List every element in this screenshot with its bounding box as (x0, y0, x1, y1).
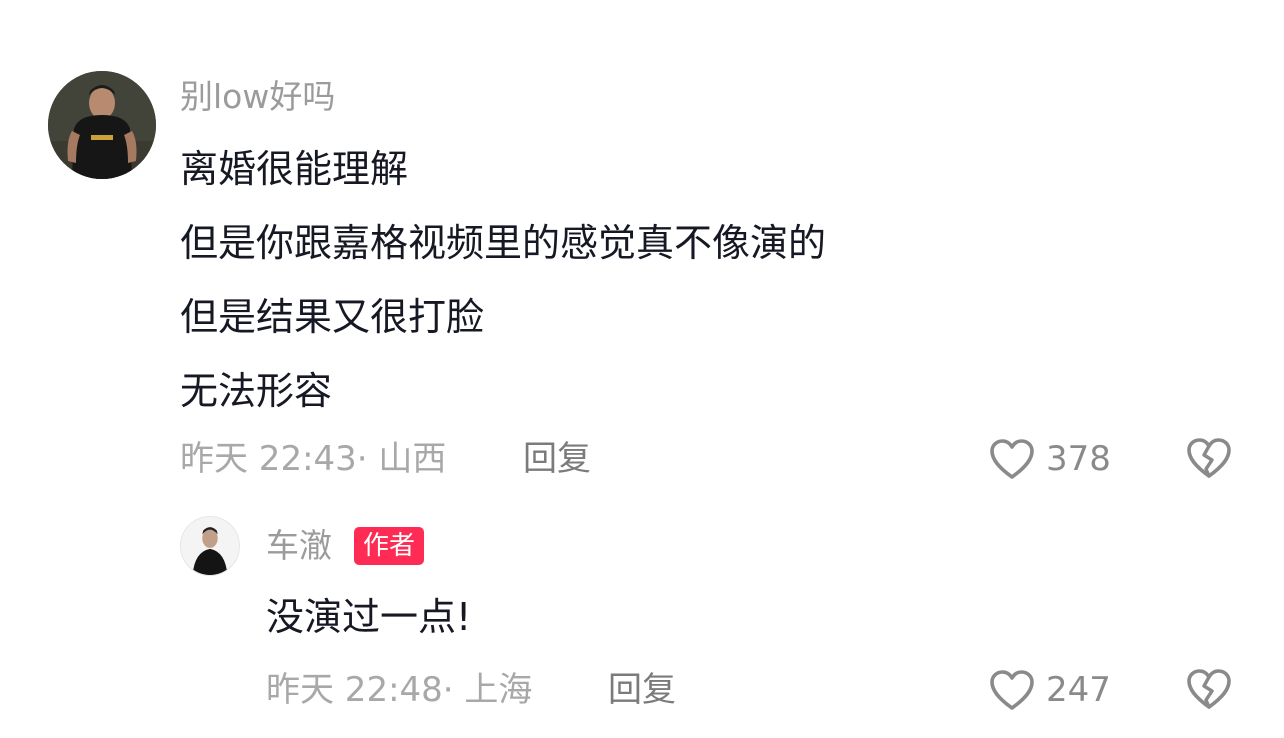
heart-outline-icon (990, 670, 1034, 710)
broken-heart-icon (1187, 669, 1231, 709)
like-count: 378 (1046, 439, 1111, 479)
reply-button[interactable]: 回复 (523, 436, 591, 482)
reply-avatar[interactable] (180, 516, 240, 576)
comment-line: 无法形容 (180, 369, 333, 413)
comment-line: 离婚很能理解 (180, 147, 409, 191)
reply-line: 没演过一点! (266, 595, 472, 639)
heart-outline-icon (990, 439, 1034, 479)
reply-time-location: 昨天 22:48· 上海 (266, 670, 533, 710)
like-count: 247 (1046, 670, 1111, 710)
avatar[interactable] (48, 71, 156, 179)
dislike-button[interactable] (1185, 666, 1233, 712)
author-badge: 作者 (354, 527, 425, 565)
comment-time-location: 昨天 22:43· 山西 (180, 439, 447, 479)
comment-thread: 别low好吗 离婚很能理解 但是你跟嘉格视频里的感觉真不像演的 但是结果又很打脸… (0, 0, 1284, 738)
reply-button[interactable]: 回复 (608, 667, 676, 713)
reply-text: 没演过一点! (266, 580, 471, 654)
comment-username[interactable]: 别low好吗 (180, 74, 335, 120)
reply-username[interactable]: 车澈 (266, 523, 332, 569)
comment-line: 但是结果又很打脸 (180, 295, 485, 339)
user-avatar-icon (48, 71, 156, 179)
user-avatar-icon (181, 517, 239, 575)
comment-text: 离婚很能理解 但是你跟嘉格视频里的感觉真不像演的 但是结果又很打脸 无法形容 (180, 132, 826, 428)
like-button[interactable]: 247 (988, 667, 1111, 713)
like-button[interactable]: 378 (988, 436, 1111, 482)
dislike-button[interactable] (1185, 435, 1233, 481)
broken-heart-icon (1187, 438, 1231, 478)
comment-line: 但是你跟嘉格视频里的感觉真不像演的 (180, 221, 827, 265)
